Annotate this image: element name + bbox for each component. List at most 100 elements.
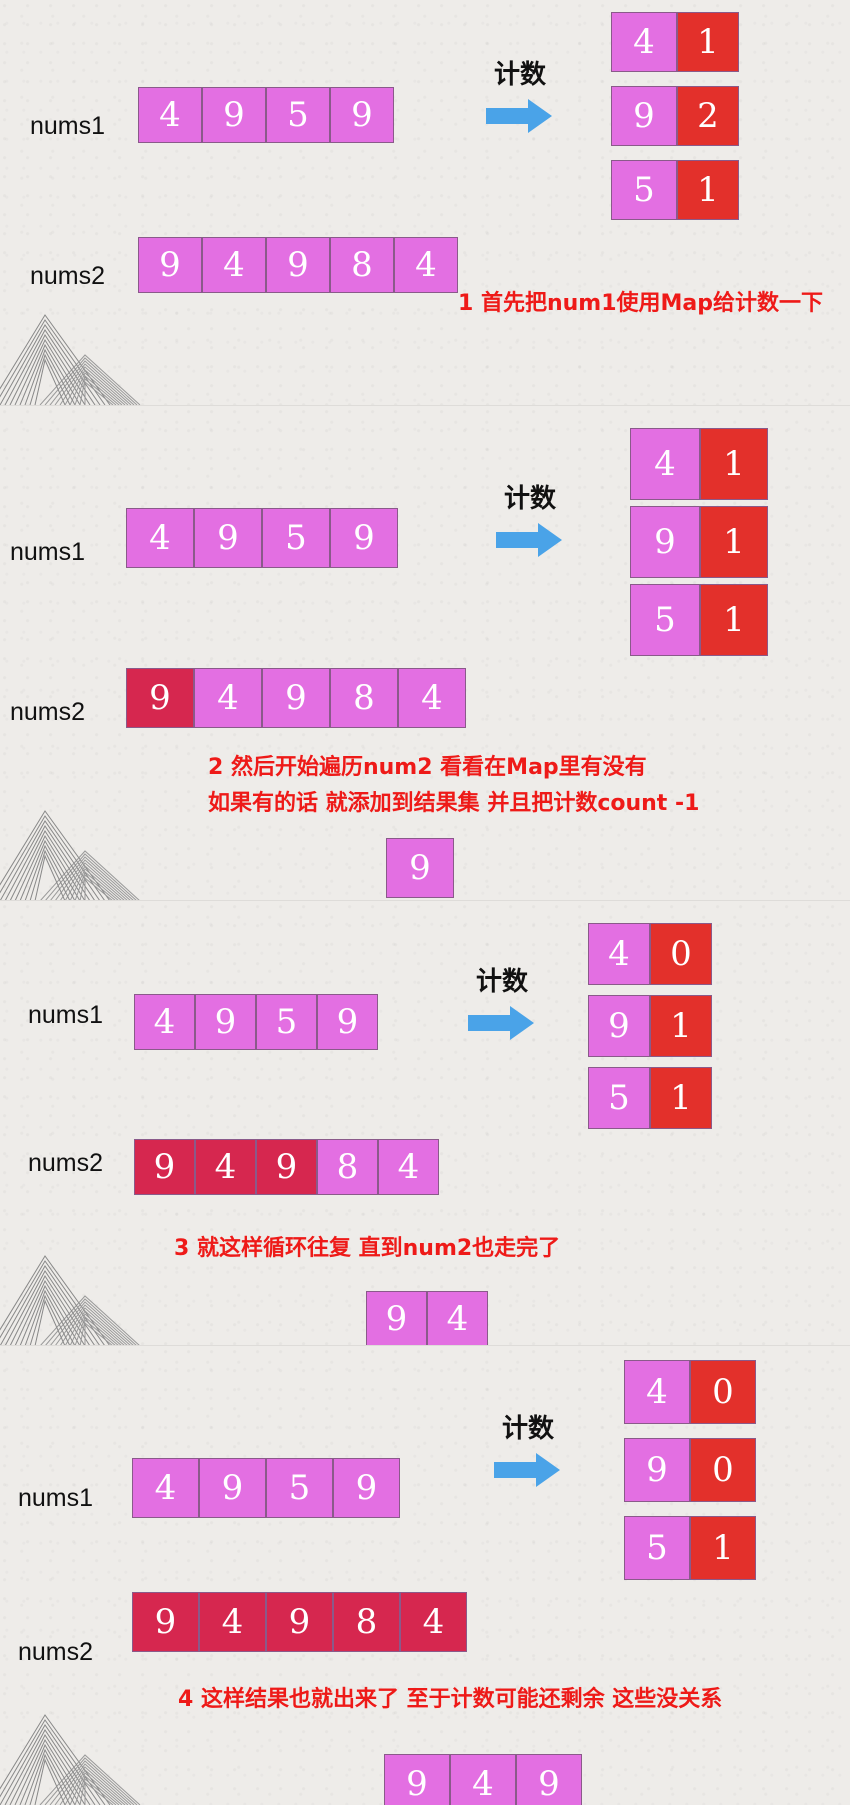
nums1-cell: 9 (330, 508, 398, 568)
mountain-lines-decoration (0, 1255, 141, 1346)
nums2-array: 94984 (132, 1592, 467, 1652)
nums2-cell-visited: 4 (199, 1592, 266, 1652)
result-cell: 9 (384, 1754, 450, 1805)
map-entry: 51 (611, 160, 739, 220)
nums2-cell: 4 (394, 237, 458, 293)
map-entry: 51 (588, 1067, 712, 1129)
nums1-label: nums1 (30, 112, 106, 140)
nums1-cell: 9 (194, 508, 262, 568)
nums2-cell: 8 (330, 668, 398, 728)
nums1-array: 4959 (134, 994, 378, 1050)
nums1-label: nums1 (18, 1484, 94, 1512)
map-key: 9 (611, 86, 677, 146)
nums1-cell: 9 (195, 994, 256, 1050)
map-count: 1 (650, 995, 712, 1057)
nums1-cell: 4 (126, 508, 194, 568)
nums1-cell: 9 (202, 87, 266, 143)
map-key: 5 (588, 1067, 650, 1129)
map-entry: 51 (630, 584, 768, 656)
step-note-line: 3 就这样循环往复 直到num2也走完了 (174, 1236, 561, 1261)
map-key: 9 (630, 506, 700, 578)
nums2-cell: 4 (378, 1139, 439, 1195)
result-cell: 4 (450, 1754, 516, 1805)
nums2-cell-visited: 9 (266, 1592, 333, 1652)
map-entry: 40 (624, 1360, 756, 1424)
nums2-cell-visited: 9 (256, 1139, 317, 1195)
nums1-cell: 9 (333, 1458, 400, 1518)
nums1-cell: 9 (199, 1458, 266, 1518)
nums1-cell: 5 (262, 508, 330, 568)
nums2-array: 94984 (134, 1139, 439, 1195)
map-count: 1 (650, 1067, 712, 1129)
map-entry: 92 (611, 86, 739, 146)
map-count: 0 (690, 1360, 756, 1424)
map-count: 1 (690, 1516, 756, 1580)
result-cell: 9 (366, 1291, 427, 1346)
map-key: 9 (624, 1438, 690, 1502)
map-entry: 91 (588, 995, 712, 1057)
nums2-cell: 9 (262, 668, 330, 728)
result-cell: 4 (427, 1291, 488, 1346)
nums2-cell-visited: 4 (400, 1592, 467, 1652)
right-arrow-icon (496, 523, 562, 557)
step-panel-1: nums1 nums2 4 9 5 9 9 4 9 8 4 计数 4 1 9 2 5 1 1 首先把num1使用Ma… (0, 0, 850, 405)
nums2-cell-visited: 9 (132, 1592, 199, 1652)
map-count: 1 (700, 584, 768, 656)
nums1-array: 4959 (126, 508, 398, 568)
nums2-label: nums2 (18, 1638, 94, 1666)
right-arrow-icon (494, 1453, 560, 1487)
nums1-cell: 4 (134, 994, 195, 1050)
count-arrow-label: 计数 (503, 484, 556, 514)
count-arrow: 计数 (496, 478, 564, 561)
nums2-array: 94984 (126, 668, 466, 728)
map-key: 4 (588, 923, 650, 985)
step-panel-2: nums1 nums2 4 9 5 9 9 4 9 8 4 计数 4 1 9 1 5 1 2 然后开始遍历num2 … (0, 405, 850, 901)
mountain-lines-decoration (0, 1714, 141, 1805)
nums1-cell: 9 (330, 87, 394, 143)
nums2-cell: 8 (330, 237, 394, 293)
map-key: 9 (588, 995, 650, 1057)
nums1-label: nums1 (10, 538, 86, 566)
nums2-cell: 8 (317, 1139, 378, 1195)
nums1-label: nums1 (28, 1001, 104, 1029)
map-entry: 41 (630, 428, 768, 500)
result-cell: 9 (516, 1754, 582, 1805)
map-entry: 90 (624, 1438, 756, 1502)
nums2-cell: 4 (194, 668, 262, 728)
right-arrow-icon (486, 99, 552, 133)
map-entry: 41 (611, 12, 739, 72)
nums2-cell: 4 (202, 237, 266, 293)
map-key: 5 (630, 584, 700, 656)
count-arrow: 计数 (494, 1408, 562, 1491)
nums2-label: nums2 (10, 698, 86, 726)
nums1-array: 4959 (132, 1458, 400, 1518)
step-note-line: 4 这样结果也就出来了 至于计数可能还剩余 这些没关系 (178, 1687, 723, 1712)
nums2-cell-visited: 9 (126, 668, 194, 728)
map-key: 4 (611, 12, 677, 72)
nums2-label: nums2 (28, 1149, 104, 1177)
step-note-line: 如果有的话 就添加到结果集 并且把计数count -1 (208, 791, 700, 816)
nums2-cell-visited: 4 (195, 1139, 256, 1195)
step-note: 3 就这样循环往复 直到num2也走完了 (174, 1231, 560, 1267)
map-key: 4 (630, 428, 700, 500)
result-array: 9 (386, 838, 454, 898)
step-note: 4 这样结果也就出来了 至于计数可能还剩余 这些没关系 (178, 1682, 722, 1718)
nums2-label: nums2 (30, 262, 106, 290)
nums1-cell: 5 (266, 87, 330, 143)
nums1-array: 4959 (138, 87, 394, 143)
count-arrow-label: 计数 (501, 1414, 554, 1444)
map-count: 1 (677, 12, 739, 72)
map-count: 1 (700, 428, 768, 500)
map-key: 4 (624, 1360, 690, 1424)
step-note-line: 2 然后开始遍历num2 看看在Map里有没有 (208, 755, 647, 780)
nums1-cell: 5 (266, 1458, 333, 1518)
nums1-cell: 9 (317, 994, 378, 1050)
result-array: 94 (366, 1291, 488, 1346)
nums2-cell-visited: 8 (333, 1592, 400, 1652)
mountain-lines-decoration (0, 314, 141, 405)
count-arrow-label: 计数 (475, 967, 528, 997)
nums2-array: 94984 (138, 237, 458, 293)
nums1-cell: 4 (132, 1458, 199, 1518)
map-count: 1 (677, 160, 739, 220)
map-entry: 40 (588, 923, 712, 985)
